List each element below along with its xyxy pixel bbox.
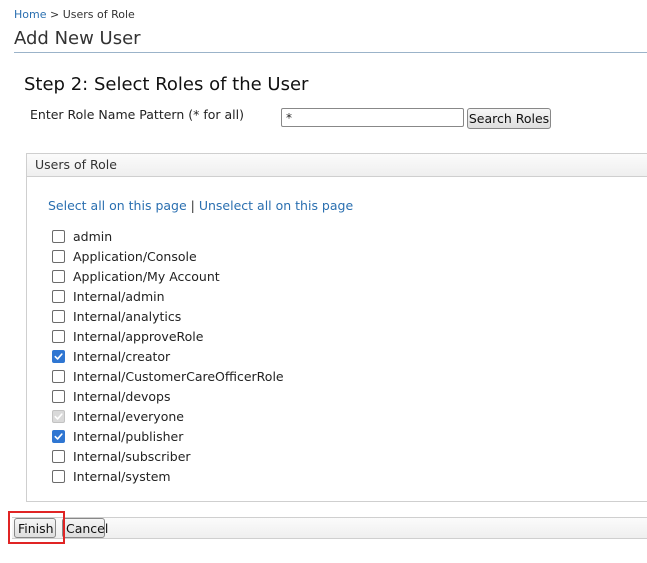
role-checkbox[interactable] (52, 289, 65, 303)
role-item: Internal/analytics (52, 306, 284, 326)
role-checkbox[interactable] (52, 329, 65, 343)
cancel-button[interactable]: Cancel (62, 518, 108, 538)
role-item: Application/Console (52, 246, 284, 266)
role-label: Application/My Account (73, 268, 220, 284)
role-label: Internal/system (73, 468, 171, 484)
search-roles-button[interactable]: Search Roles (467, 108, 551, 129)
role-checkbox[interactable] (52, 449, 65, 463)
select-all-link[interactable]: Select all on this page (48, 198, 187, 213)
breadcrumb-current: Users of Role (62, 8, 135, 21)
role-item: Internal/admin (52, 286, 284, 306)
role-pattern-label: Enter Role Name Pattern (* for all) (30, 107, 244, 122)
breadcrumb-home-link[interactable]: Home (14, 8, 46, 21)
role-label: Internal/everyone (73, 408, 184, 424)
page-title: Add New User (14, 28, 141, 49)
role-checkbox[interactable] (52, 429, 65, 443)
checkmark-icon (54, 432, 63, 440)
role-label: admin (73, 228, 113, 244)
role-label: Application/Console (73, 248, 197, 264)
roles-panel: Users of Role Select all on this page | … (26, 153, 647, 502)
role-label: Internal/CustomerCareOfficerRole (73, 368, 284, 384)
role-label: Internal/subscriber (73, 448, 191, 464)
role-item: Internal/devops (52, 386, 284, 406)
role-label: Internal/devops (73, 388, 171, 404)
role-item: Internal/everyone (52, 406, 284, 426)
role-item: Internal/creator (52, 346, 284, 366)
role-list: admin Application/Console Application/My A… (52, 226, 284, 486)
link-separator: | (186, 198, 199, 213)
role-checkbox[interactable] (52, 309, 65, 323)
role-label: Internal/publisher (73, 428, 184, 444)
role-checkbox[interactable] (52, 249, 65, 263)
select-links: Select all on this page | Unselect all o… (48, 198, 353, 213)
role-checkbox (52, 409, 65, 423)
role-item: admin (52, 226, 284, 246)
unselect-all-link[interactable]: Unselect all on this page (199, 198, 353, 213)
step-title: Step 2: Select Roles of the User (24, 74, 309, 95)
role-label: Internal/approveRole (73, 328, 204, 344)
checkmark-icon (54, 412, 63, 420)
role-checkbox[interactable] (52, 269, 65, 283)
role-label: Internal/admin (73, 288, 165, 304)
checkmark-icon (54, 352, 63, 360)
role-checkbox[interactable] (52, 389, 65, 403)
role-checkbox[interactable] (52, 469, 65, 483)
role-item: Internal/approveRole (52, 326, 284, 346)
role-checkbox[interactable] (52, 369, 65, 383)
breadcrumb-separator: > (46, 8, 63, 21)
role-item: Internal/CustomerCareOfficerRole (52, 366, 284, 386)
role-label: Internal/analytics (73, 308, 182, 324)
title-divider (14, 52, 647, 53)
finish-highlight-box (8, 511, 65, 544)
role-item: Internal/system (52, 466, 284, 486)
panel-header: Users of Role (27, 154, 647, 177)
role-item: Internal/publisher (52, 426, 284, 446)
role-checkbox[interactable] (52, 229, 65, 243)
breadcrumb: Home > Users of Role (14, 8, 135, 21)
role-item: Internal/subscriber (52, 446, 284, 466)
role-pattern-input[interactable] (281, 108, 464, 127)
role-item: Application/My Account (52, 266, 284, 286)
role-checkbox[interactable] (52, 349, 65, 363)
role-label: Internal/creator (73, 348, 171, 364)
